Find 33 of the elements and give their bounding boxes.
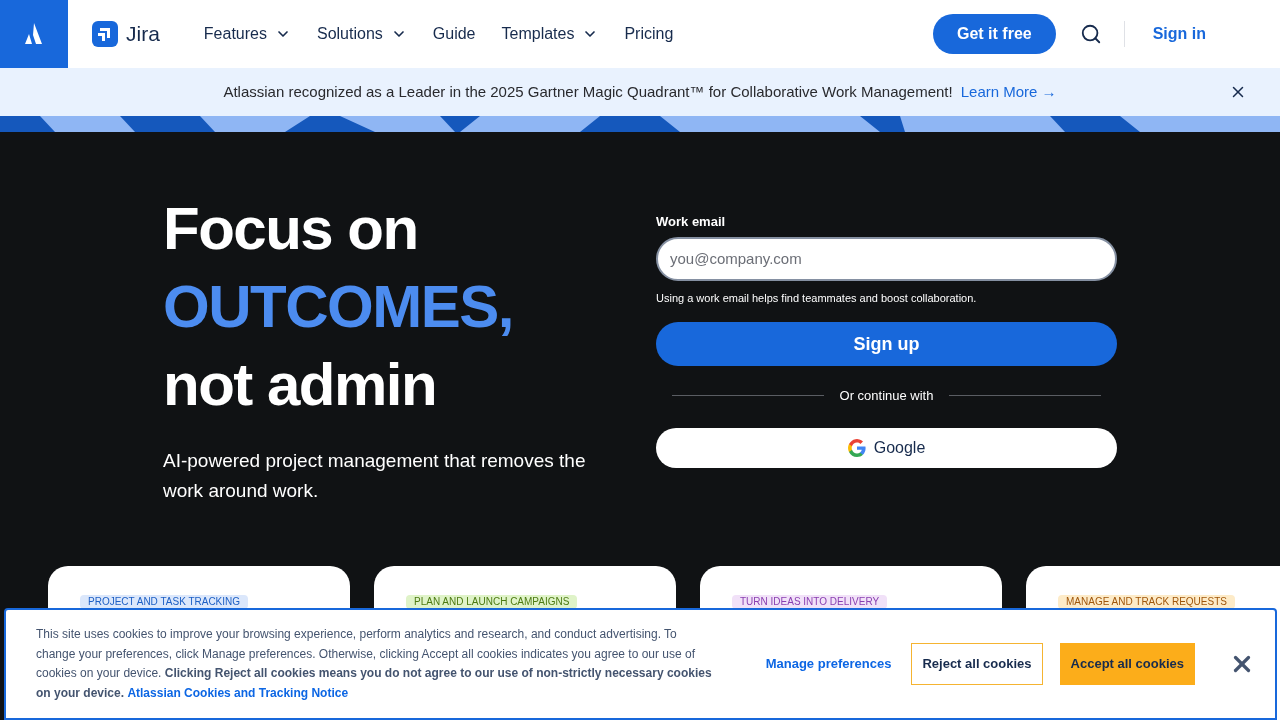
atlassian-logo[interactable] bbox=[0, 0, 68, 68]
search-icon[interactable] bbox=[1079, 23, 1102, 45]
headline: not admin bbox=[163, 350, 438, 420]
product-name[interactable]: Jira bbox=[126, 18, 160, 50]
email-label: Work email bbox=[656, 213, 727, 231]
card-tag: MANAGE AND TRACK REQUESTS bbox=[1058, 595, 1235, 609]
email-hint: Using a work email helps find teammates and boost collaboration. bbox=[656, 290, 978, 306]
email-field[interactable]: you@company.com bbox=[656, 236, 1117, 281]
google-button[interactable]: Google bbox=[656, 427, 1117, 468]
get-it-free-button[interactable]: Get it free bbox=[933, 14, 1056, 54]
sign-in-link[interactable]: Sign in bbox=[1152, 22, 1206, 46]
headline-highlight: OUTCOMES, bbox=[163, 272, 514, 342]
cookie-notice: This site uses cookies to improve your browsing experience, perform analytics and research, and conduct advertising. To change your preferences, click Manage preferences. Otherwise, clicking Accept all cookies indicates you agree to our use of cookies on your device. Clicking Reject all cookies means you do not agree to our use of non-strictly necessary cookies on your device. Atlassian Cookies and Tracking Notice bbox=[36, 626, 713, 702]
nav-link[interactable]: Guide bbox=[432, 22, 476, 46]
manage-preferences-link[interactable]: Manage preferences bbox=[765, 654, 892, 674]
jira-logo-icon bbox=[92, 21, 118, 47]
card-tag: PLAN AND LAUNCH CAMPAIGNS bbox=[406, 595, 578, 609]
hero-subtitle: AI-powered project management that removes the work around work. bbox=[163, 449, 587, 503]
nav-link[interactable]: Solutions bbox=[317, 22, 407, 46]
divider-text: Or continue with bbox=[839, 387, 934, 405]
announcement-text: Atlassian recognized as a Leader in the 2025 Gartner Magic Quadrant™ for Collaborative Work Management! bbox=[223, 81, 953, 102]
card-tag: TURN IDEAS INTO DELIVERY bbox=[732, 595, 888, 609]
nav-link[interactable]: Features bbox=[203, 22, 291, 46]
headline: Focus on bbox=[163, 194, 419, 264]
cookie-policy-link[interactable]: Atlassian Cookies and Tracking Notice bbox=[127, 685, 349, 700]
nav-link[interactable]: Templates bbox=[501, 22, 599, 46]
sign-up-button[interactable]: Sign up bbox=[656, 322, 1117, 366]
reject-cookies-button[interactable]: Reject all cookies bbox=[911, 643, 1043, 685]
google-icon bbox=[847, 438, 866, 457]
nav-link[interactable]: Pricing bbox=[624, 22, 674, 46]
learn-more-link[interactable]: Learn More → bbox=[960, 80, 1057, 104]
card-tag: PROJECT AND TASK TRACKING bbox=[80, 595, 249, 609]
accept-cookies-button[interactable]: Accept all cookies bbox=[1059, 643, 1195, 685]
